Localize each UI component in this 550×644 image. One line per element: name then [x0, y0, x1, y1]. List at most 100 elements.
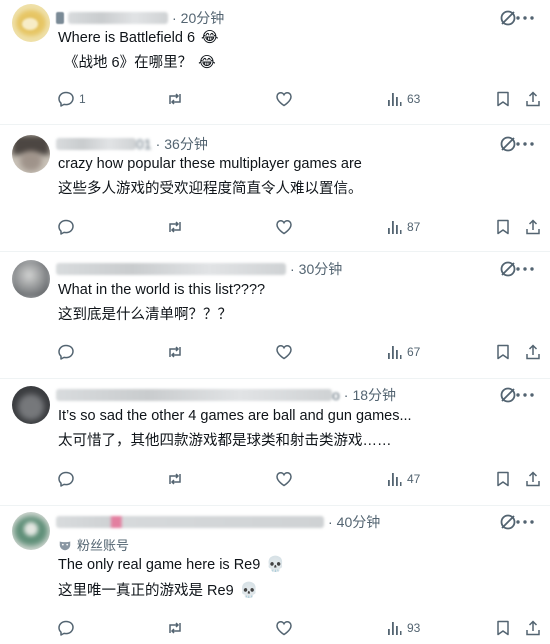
- views-icon: [388, 93, 402, 106]
- heart-icon: [276, 621, 292, 636]
- view-count: 47: [407, 472, 421, 486]
- more-options-icon[interactable]: [514, 258, 536, 280]
- like-button[interactable]: [275, 619, 293, 637]
- share-icon: [526, 471, 540, 487]
- separator-dot: ·: [328, 514, 333, 530]
- heart-icon: [276, 472, 292, 487]
- reply-item[interactable]: · 30分钟 What in the world is this list???…: [0, 251, 550, 379]
- share-icon: [526, 344, 540, 360]
- reply-item[interactable]: o · 18分钟 It’s so sad the other 4 games a…: [0, 378, 550, 506]
- avatar[interactable]: [12, 386, 50, 424]
- timestamp: 18分钟: [352, 387, 397, 403]
- timestamp: 20分钟: [180, 10, 225, 26]
- fan-account-label: 粉丝账号: [77, 538, 130, 553]
- share-button[interactable]: [524, 218, 542, 236]
- views-icon: [388, 622, 402, 635]
- blurred-username: [56, 516, 324, 528]
- heart-icon: [276, 345, 292, 360]
- like-button[interactable]: [275, 343, 293, 361]
- reply-button[interactable]: [57, 619, 75, 637]
- reply-item[interactable]: 01 · 36分钟 crazy how popular these multip…: [0, 124, 550, 252]
- reply-item[interactable]: · 40分钟 粉丝账号 The only real game here is R…: [0, 505, 550, 644]
- repost-button[interactable]: [166, 470, 184, 488]
- view-count: 67: [407, 345, 421, 359]
- laughing-emoji: 😂: [198, 54, 216, 71]
- share-icon: [526, 219, 540, 235]
- blurred-username: [56, 263, 286, 275]
- bookmark-button[interactable]: [494, 90, 512, 108]
- bookmark-button[interactable]: [494, 470, 512, 488]
- timestamp: 40分钟: [336, 514, 381, 530]
- separator-dot: ·: [290, 261, 295, 277]
- more-options-icon[interactable]: [514, 511, 536, 533]
- avatar[interactable]: [12, 135, 50, 173]
- repost-icon: [169, 221, 181, 233]
- share-button[interactable]: [524, 619, 542, 637]
- skull-emoji: 💀: [239, 582, 259, 599]
- views-button[interactable]: 87: [385, 218, 420, 236]
- bookmark-icon: [497, 471, 509, 487]
- separator-dot: ·: [343, 387, 349, 403]
- reply-text-english: It’s so sad the other 4 games are ball a…: [58, 408, 412, 424]
- more-options-icon[interactable]: [514, 7, 536, 29]
- share-button[interactable]: [524, 470, 542, 488]
- share-button[interactable]: [524, 90, 542, 108]
- views-icon: [388, 473, 402, 486]
- repost-icon: [169, 93, 181, 105]
- avatar[interactable]: [12, 4, 50, 42]
- like-button[interactable]: [275, 470, 293, 488]
- like-button[interactable]: [275, 90, 293, 108]
- username-tail: 01: [136, 136, 152, 152]
- reply-text-chinese: 这到底是什么清单啊？？？: [58, 307, 232, 323]
- views-button[interactable]: 47: [385, 470, 420, 488]
- reply-header: o · 18分钟: [56, 385, 396, 405]
- reply-count: 1: [79, 92, 86, 106]
- reply-button[interactable]: [57, 470, 75, 488]
- reply-button[interactable]: [57, 218, 75, 236]
- views-button[interactable]: 63: [385, 90, 420, 108]
- separator-dot: ·: [155, 136, 161, 152]
- reply-button[interactable]: [57, 343, 75, 361]
- share-button[interactable]: [524, 343, 542, 361]
- more-options-icon[interactable]: [514, 384, 536, 406]
- bookmark-icon: [497, 344, 509, 360]
- reply-header: · 20分钟: [56, 8, 224, 28]
- laughing-emoji: 😂: [201, 29, 219, 46]
- timestamp: 36分钟: [164, 136, 208, 152]
- repost-icon: [169, 473, 181, 485]
- mask-icon: [59, 541, 71, 550]
- reply-text-english: What in the world is this list????: [58, 282, 266, 298]
- reply-text-chinese: 太可惜了，其他四款游戏都是球类和射击类游戏……: [58, 433, 392, 449]
- repost-button[interactable]: [166, 619, 184, 637]
- reply-item[interactable]: · 20分钟 Where is Battlefield 6 😂 《战地 6》在哪…: [0, 0, 550, 125]
- bookmark-icon: [497, 91, 509, 107]
- repost-button[interactable]: [166, 90, 184, 108]
- username-tail: o: [332, 387, 340, 403]
- reply-header: 01 · 36分钟: [56, 134, 208, 154]
- bookmark-button[interactable]: [494, 619, 512, 637]
- views-button[interactable]: 93: [385, 619, 420, 637]
- bookmark-button[interactable]: [494, 343, 512, 361]
- timestamp: 30分钟: [298, 261, 343, 277]
- reply-icon: [58, 620, 74, 636]
- repost-button[interactable]: [166, 343, 184, 361]
- blurred-username: [56, 138, 136, 150]
- bookmark-button[interactable]: [494, 218, 512, 236]
- repost-button[interactable]: [166, 218, 184, 236]
- more-options-icon[interactable]: [514, 133, 536, 155]
- skull-emoji: 💀: [266, 556, 286, 573]
- heart-icon: [276, 92, 292, 107]
- like-button[interactable]: [275, 218, 293, 236]
- reply-icon: [58, 219, 74, 235]
- reply-text-chinese: 《战地 6》在哪里？ 😂: [64, 54, 216, 71]
- blurred-username: [68, 12, 168, 24]
- views-button[interactable]: 67: [385, 343, 420, 361]
- bookmark-icon: [497, 219, 509, 235]
- verified-icon: [56, 12, 64, 24]
- reply-text-english: crazy how popular these multiplayer game…: [58, 156, 362, 172]
- avatar[interactable]: [12, 512, 50, 550]
- reply-button[interactable]: 1: [57, 90, 86, 108]
- avatar[interactable]: [12, 260, 50, 298]
- view-count: 93: [407, 621, 421, 635]
- share-icon: [526, 91, 540, 107]
